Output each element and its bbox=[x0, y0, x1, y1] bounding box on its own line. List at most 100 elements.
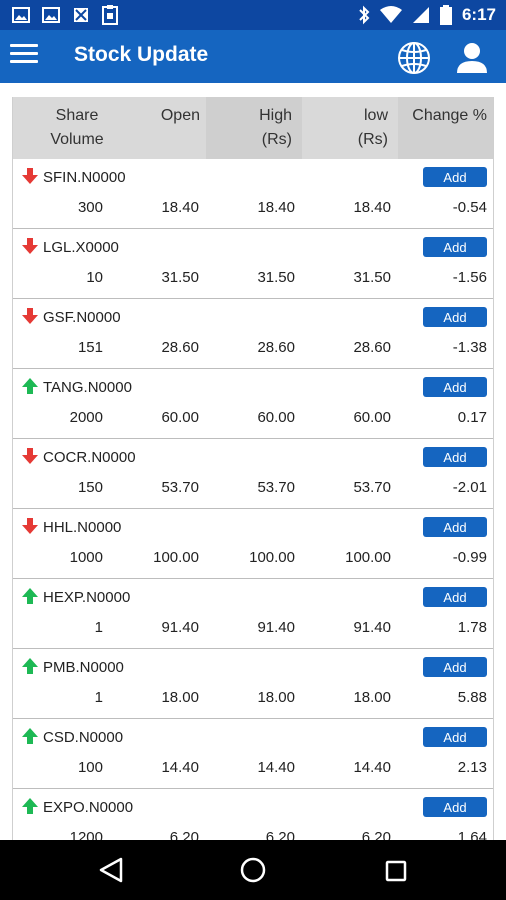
row-values: 10 31.50 31.50 31.50 -1.56 bbox=[13, 269, 493, 291]
status-bar: 6:17 bbox=[0, 0, 506, 30]
back-icon[interactable] bbox=[98, 856, 124, 884]
add-button[interactable]: Add bbox=[423, 377, 487, 397]
table-row[interactable]: GSF.N0000 Add 151 28.60 28.60 28.60 -1.3… bbox=[13, 299, 493, 369]
clock: 6:17 bbox=[461, 5, 496, 24]
table-row[interactable]: TANG.N0000 Add 2000 60.00 60.00 60.00 0.… bbox=[13, 369, 493, 439]
row-header: PMB.N0000 Add bbox=[13, 649, 493, 685]
high-value: 18.40 bbox=[257, 199, 295, 216]
stock-symbol: GSF.N0000 bbox=[43, 309, 121, 326]
add-button[interactable]: Add bbox=[423, 237, 487, 257]
globe-icon[interactable] bbox=[396, 40, 432, 76]
arrow-up-icon bbox=[22, 658, 38, 674]
system-icons: 6:17 bbox=[358, 4, 496, 26]
stock-symbol: TANG.N0000 bbox=[43, 379, 132, 396]
arrow-up-icon bbox=[22, 588, 38, 604]
change-value: -2.01 bbox=[452, 479, 487, 496]
table-body: SFIN.N0000 Add 300 18.40 18.40 18.40 -0.… bbox=[13, 159, 493, 859]
row-header: EXPO.N0000 Add bbox=[13, 789, 493, 825]
add-button[interactable]: Add bbox=[423, 167, 487, 187]
high-value: 53.70 bbox=[257, 479, 295, 496]
recents-icon[interactable] bbox=[385, 860, 407, 882]
header-low: low (Rs) bbox=[302, 97, 398, 159]
arrow-down-icon bbox=[22, 168, 38, 184]
table-row[interactable]: LGL.X0000 Add 10 31.50 31.50 31.50 -1.56 bbox=[13, 229, 493, 299]
row-header: SFIN.N0000 Add bbox=[13, 159, 493, 195]
row-header: CSD.N0000 Add bbox=[13, 719, 493, 755]
row-values: 1 91.40 91.40 91.40 1.78 bbox=[13, 619, 493, 641]
row-values: 1 18.00 18.00 18.00 5.88 bbox=[13, 689, 493, 711]
row-header: COCR.N0000 Add bbox=[13, 439, 493, 475]
open-value: 18.00 bbox=[161, 689, 199, 706]
add-button[interactable]: Add bbox=[423, 517, 487, 537]
stock-table: Share Volume Open High (Rs) low (Rs) Cha… bbox=[12, 97, 494, 859]
open-value: 14.40 bbox=[161, 759, 199, 776]
volume-value: 1 bbox=[94, 619, 103, 636]
change-value: -0.99 bbox=[452, 549, 487, 566]
table-row[interactable]: SFIN.N0000 Add 300 18.40 18.40 18.40 -0.… bbox=[13, 159, 493, 229]
add-button[interactable]: Add bbox=[423, 587, 487, 607]
menu-icon[interactable] bbox=[10, 44, 38, 68]
high-value: 31.50 bbox=[257, 269, 295, 286]
table-row[interactable]: HHL.N0000 Add 1000 100.00 100.00 100.00 … bbox=[13, 509, 493, 579]
open-value: 60.00 bbox=[161, 409, 199, 426]
page-title: Stock Update bbox=[74, 43, 209, 66]
header-open-label: Open bbox=[160, 107, 200, 124]
low-value: 100.00 bbox=[345, 549, 391, 566]
header-high-unit: (Rs) bbox=[261, 131, 292, 148]
stock-symbol: COCR.N0000 bbox=[43, 449, 136, 466]
high-value: 14.40 bbox=[257, 759, 295, 776]
open-value: 53.70 bbox=[161, 479, 199, 496]
volume-value: 1 bbox=[94, 689, 103, 706]
table-row[interactable]: COCR.N0000 Add 150 53.70 53.70 53.70 -2.… bbox=[13, 439, 493, 509]
high-value: 18.00 bbox=[257, 689, 295, 706]
stock-symbol: PMB.N0000 bbox=[43, 659, 124, 676]
notification-icons bbox=[12, 5, 118, 25]
user-icon[interactable] bbox=[454, 40, 490, 76]
high-value: 28.60 bbox=[257, 339, 295, 356]
header-low-unit: (Rs) bbox=[357, 131, 388, 148]
arrow-down-icon bbox=[22, 308, 38, 324]
low-value: 31.50 bbox=[353, 269, 391, 286]
table-row[interactable]: CSD.N0000 Add 100 14.40 14.40 14.40 2.13 bbox=[13, 719, 493, 789]
arrow-up-icon bbox=[22, 798, 38, 814]
volume-value: 1000 bbox=[69, 549, 103, 566]
stock-symbol: HHL.N0000 bbox=[43, 519, 122, 536]
arrow-down-icon bbox=[22, 448, 38, 464]
table-row[interactable]: PMB.N0000 Add 1 18.00 18.00 18.00 5.88 bbox=[13, 649, 493, 719]
low-value: 18.00 bbox=[353, 689, 391, 706]
row-values: 2000 60.00 60.00 60.00 0.17 bbox=[13, 409, 493, 431]
no-sim-icon bbox=[74, 8, 88, 22]
add-button[interactable]: Add bbox=[423, 797, 487, 817]
add-button[interactable]: Add bbox=[423, 657, 487, 677]
stock-symbol: SFIN.N0000 bbox=[43, 169, 126, 186]
change-value: -1.38 bbox=[452, 339, 487, 356]
image-icon bbox=[12, 7, 30, 23]
add-button[interactable]: Add bbox=[423, 447, 487, 467]
low-value: 53.70 bbox=[353, 479, 391, 496]
open-value: 91.40 bbox=[161, 619, 199, 636]
low-value: 60.00 bbox=[353, 409, 391, 426]
add-button[interactable]: Add bbox=[423, 307, 487, 327]
high-value: 60.00 bbox=[257, 409, 295, 426]
change-value: -0.54 bbox=[452, 199, 487, 216]
home-icon[interactable] bbox=[240, 857, 266, 883]
stock-symbol: HEXP.N0000 bbox=[43, 589, 131, 606]
bluetooth-icon bbox=[359, 5, 370, 25]
volume-value: 10 bbox=[86, 269, 103, 286]
arrow-down-icon bbox=[22, 238, 38, 254]
low-value: 28.60 bbox=[353, 339, 391, 356]
row-values: 300 18.40 18.40 18.40 -0.54 bbox=[13, 199, 493, 221]
wifi-icon bbox=[379, 6, 402, 23]
low-value: 18.40 bbox=[353, 199, 391, 216]
change-value: 2.13 bbox=[457, 759, 487, 776]
table-row[interactable]: HEXP.N0000 Add 1 91.40 91.40 91.40 1.78 bbox=[13, 579, 493, 649]
stock-symbol: EXPO.N0000 bbox=[43, 799, 134, 816]
row-values: 150 53.70 53.70 53.70 -2.01 bbox=[13, 479, 493, 501]
add-button[interactable]: Add bbox=[423, 727, 487, 747]
row-header: HHL.N0000 Add bbox=[13, 509, 493, 545]
header-high-label: High bbox=[259, 107, 292, 124]
volume-value: 150 bbox=[77, 479, 103, 496]
header-share-label: Share bbox=[55, 107, 99, 124]
signal-icon bbox=[412, 7, 429, 23]
header-volume-label: Volume bbox=[50, 131, 104, 148]
